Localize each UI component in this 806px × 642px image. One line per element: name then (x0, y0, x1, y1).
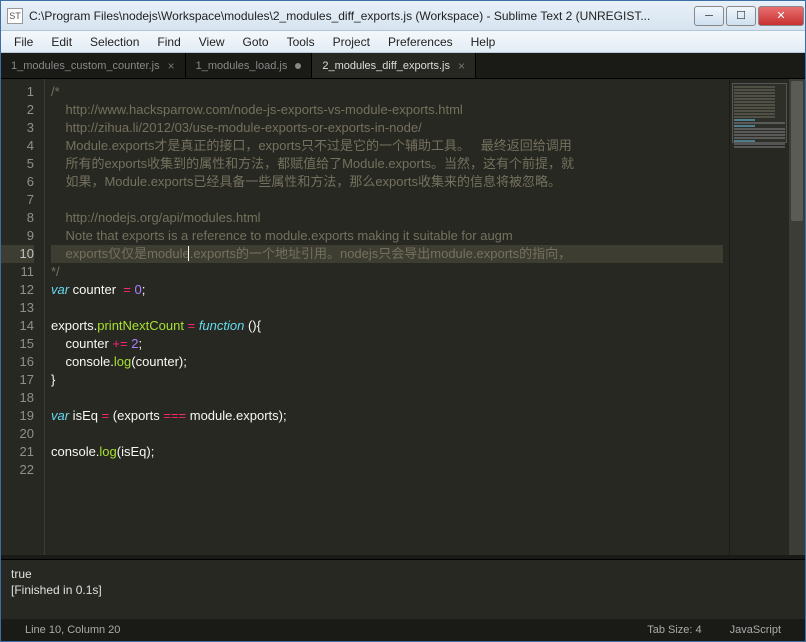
line-number: 19 (1, 407, 34, 425)
window-title: C:\Program Files\nodejs\Workspace\module… (29, 9, 693, 23)
menu-project[interactable]: Project (324, 33, 379, 51)
code-line[interactable]: http://zihua.li/2012/03/use-module-expor… (51, 119, 723, 137)
line-number: 17 (1, 371, 34, 389)
tab-label: 2_modules_diff_exports.js (322, 60, 450, 72)
window-controls: ─ ☐ ✕ (693, 6, 805, 26)
code-line[interactable] (51, 461, 723, 479)
code-line[interactable]: 如果，Module.exports已经具备一些属性和方法，那么exports收集… (51, 173, 723, 191)
code-line[interactable]: console.log(isEq); (51, 443, 723, 461)
line-number: 12 (1, 281, 34, 299)
line-number: 20 (1, 425, 34, 443)
line-number: 2 (1, 101, 34, 119)
menu-file[interactable]: File (5, 33, 42, 51)
code-line[interactable]: http://nodejs.org/api/modules.html (51, 209, 723, 227)
menu-view[interactable]: View (190, 33, 234, 51)
line-number: 8 (1, 209, 34, 227)
tab-label: 1_modules_custom_counter.js (11, 60, 160, 72)
line-number: 15 (1, 335, 34, 353)
status-bar: Line 10, Column 20 Tab Size: 4 JavaScrip… (1, 619, 805, 641)
text-caret (188, 246, 189, 261)
tab-close-icon[interactable]: × (168, 59, 175, 73)
build-output-panel[interactable]: true[Finished in 0.1s] (1, 559, 805, 619)
close-button[interactable]: ✕ (758, 6, 804, 26)
code-view[interactable]: /* http://www.hacksparrow.com/node-js-ex… (45, 79, 729, 555)
menu-help[interactable]: Help (462, 33, 505, 51)
line-number: 21 (1, 443, 34, 461)
line-number: 1 (1, 83, 34, 101)
line-number: 16 (1, 353, 34, 371)
code-line[interactable]: } (51, 371, 723, 389)
tab-dirty-icon[interactable] (295, 63, 301, 69)
line-number: 3 (1, 119, 34, 137)
line-number: 5 (1, 155, 34, 173)
menu-find[interactable]: Find (148, 33, 189, 51)
menu-preferences[interactable]: Preferences (379, 33, 462, 51)
code-line[interactable] (51, 299, 723, 317)
menu-goto[interactable]: Goto (234, 33, 278, 51)
code-line[interactable]: counter += 2; (51, 335, 723, 353)
line-number: 22 (1, 461, 34, 479)
tab-label: 1_modules_load.js (196, 60, 288, 72)
code-line[interactable]: exports.printNextCount = function (){ (51, 317, 723, 335)
maximize-button[interactable]: ☐ (726, 6, 756, 26)
line-number: 14 (1, 317, 34, 335)
code-line[interactable]: 所有的exports收集到的属性和方法，都赋值给了Module.exports。… (51, 155, 723, 173)
console-line: true (11, 566, 795, 582)
tab-1_modules_custom_counter-js[interactable]: 1_modules_custom_counter.js × (1, 53, 186, 78)
code-line[interactable]: exports仅仅是module.exports的一个地址引用。nodejs只会… (51, 245, 723, 263)
code-line[interactable]: console.log(counter); (51, 353, 723, 371)
tab-1_modules_load-js[interactable]: 1_modules_load.js (186, 53, 313, 78)
code-line[interactable]: /* (51, 83, 723, 101)
line-number: 4 (1, 137, 34, 155)
code-line[interactable]: var isEq = (exports === module.exports); (51, 407, 723, 425)
line-number: 7 (1, 191, 34, 209)
menu-tools[interactable]: Tools (278, 33, 324, 51)
vertical-scrollbar[interactable] (789, 79, 805, 555)
status-syntax[interactable]: JavaScript (716, 624, 795, 636)
scrollbar-thumb[interactable] (791, 81, 803, 221)
code-line[interactable] (51, 389, 723, 407)
line-number: 10 (1, 245, 34, 263)
code-line[interactable]: Module.exports才是真正的接口，exports只不过是它的一个辅助工… (51, 137, 723, 155)
code-line[interactable] (51, 191, 723, 209)
code-line[interactable]: Note that exports is a reference to modu… (51, 227, 723, 245)
line-number: 11 (1, 263, 34, 281)
menu-bar: FileEditSelectionFindViewGotoToolsProjec… (1, 31, 805, 53)
line-gutter: 12345678910111213141516171819202122 (1, 79, 45, 555)
window-titlebar: ST C:\Program Files\nodejs\Workspace\mod… (1, 1, 805, 31)
line-number: 13 (1, 299, 34, 317)
line-number: 18 (1, 389, 34, 407)
minimap-viewport[interactable] (732, 83, 787, 143)
menu-edit[interactable]: Edit (42, 33, 81, 51)
line-number: 6 (1, 173, 34, 191)
app-icon: ST (7, 8, 23, 24)
status-tab-size[interactable]: Tab Size: 4 (633, 624, 715, 636)
tab-close-icon[interactable]: × (458, 59, 465, 73)
minimize-button[interactable]: ─ (694, 6, 724, 26)
console-line: [Finished in 0.1s] (11, 582, 795, 598)
tab-2_modules_diff_exports-js[interactable]: 2_modules_diff_exports.js × (312, 53, 476, 78)
editor-area: 12345678910111213141516171819202122 /* h… (1, 79, 805, 555)
menu-selection[interactable]: Selection (81, 33, 148, 51)
tab-bar: 1_modules_custom_counter.js × 1_modules_lo… (1, 53, 805, 79)
code-line[interactable]: http://www.hacksparrow.com/node-js-expor… (51, 101, 723, 119)
code-line[interactable]: */ (51, 263, 723, 281)
code-line[interactable] (51, 425, 723, 443)
minimap[interactable] (729, 79, 789, 555)
line-number: 9 (1, 227, 34, 245)
code-line[interactable]: var counter = 0; (51, 281, 723, 299)
status-cursor-position: Line 10, Column 20 (11, 624, 134, 636)
